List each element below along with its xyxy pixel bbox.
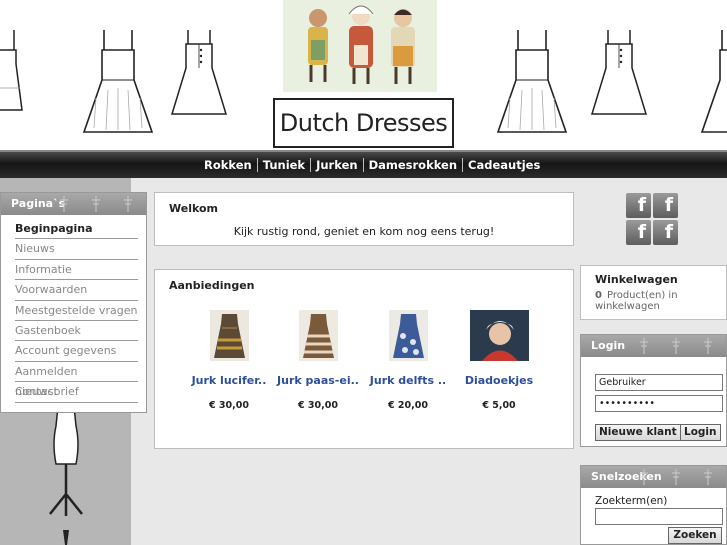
facebook-icon[interactable]: f bbox=[653, 220, 678, 245]
site-logo[interactable]: Dutch Dresses bbox=[273, 98, 454, 148]
product-price: € 30,00 bbox=[298, 400, 338, 411]
sidebar-item-voorwaarden[interactable]: Voorwaarden bbox=[15, 280, 138, 301]
sidebar-item-informatie[interactable]: Informatie bbox=[15, 260, 138, 281]
shopping-cart-box: Winkelwagen 0 Product(en) in winkelwagen bbox=[580, 265, 727, 320]
dress-illustration bbox=[82, 30, 154, 133]
search-button[interactable]: Zoeken bbox=[668, 527, 722, 544]
welcome-panel: Welkom Kijk rustig rond, geniet en kom n… bbox=[154, 192, 574, 246]
sidebar-item-account-gegevens[interactable]: Account gegevens bbox=[15, 341, 138, 362]
product-name[interactable]: Jurk paas-ei.. bbox=[275, 374, 361, 387]
login-header: Login bbox=[581, 335, 726, 357]
product-card: Jurk paas-ei.. € 30,00 bbox=[275, 310, 361, 411]
social-links: f f f f bbox=[626, 193, 679, 246]
sidebar-item-aanmelden-nieuwsbrief[interactable]: Aanmelden nieuwsbrief bbox=[15, 362, 138, 398]
product-price: € 5,00 bbox=[482, 400, 516, 411]
dress-illustration bbox=[496, 30, 568, 133]
pages-menu: Pagina`s Beginpagina Nieuws Informatie V… bbox=[0, 192, 147, 413]
product-image[interactable] bbox=[298, 310, 338, 361]
facebook-icon[interactable]: f bbox=[626, 220, 651, 245]
nav-item-damesrokken[interactable]: Damesrokken bbox=[364, 158, 462, 172]
nav-item-jurken[interactable]: Jurken bbox=[311, 158, 362, 172]
new-customer-button[interactable]: Nieuwe klant bbox=[595, 424, 681, 441]
product-image[interactable] bbox=[388, 310, 428, 361]
product-image[interactable] bbox=[209, 310, 249, 361]
sidebar-item-meestgestelde-vragen[interactable]: Meestgestelde vragen bbox=[15, 301, 138, 321]
nav-item-rokken[interactable]: Rokken bbox=[199, 158, 257, 172]
cart-text: Product(en) in winkelwagen bbox=[595, 290, 678, 312]
product-name[interactable]: Jurk lucifer.. bbox=[186, 374, 272, 387]
mannequin-pattern-icon bbox=[640, 338, 712, 354]
facebook-icon[interactable]: f bbox=[626, 193, 651, 218]
cart-title[interactable]: Winkelwagen bbox=[595, 273, 678, 286]
sidebar-item-gastenboek[interactable]: Gastenboek bbox=[15, 321, 138, 342]
welcome-title: Welkom bbox=[169, 202, 219, 215]
mannequin-pattern-icon bbox=[60, 196, 132, 212]
product-card: Jurk lucifer.. € 30,00 bbox=[186, 310, 272, 411]
product-image[interactable] bbox=[469, 310, 529, 361]
login-box: Login Nieuwe klant Login bbox=[580, 334, 727, 447]
dress-illustration bbox=[590, 30, 648, 115]
offers-panel: Aanbiedingen Jurk lucifer.. € 30,00 Jurk… bbox=[154, 269, 574, 449]
offers-title: Aanbiedingen bbox=[169, 279, 255, 292]
product-name[interactable]: Jurk delfts .. bbox=[365, 374, 451, 387]
facebook-icon[interactable]: f bbox=[653, 193, 678, 218]
nav-item-tuniek[interactable]: Tuniek bbox=[258, 158, 310, 172]
password-field[interactable] bbox=[595, 395, 723, 412]
cart-summary: 0 Product(en) in winkelwagen bbox=[595, 290, 720, 312]
mannequin-pattern-icon bbox=[640, 469, 712, 485]
product-card: Diadoekjes € 5,00 bbox=[456, 310, 542, 411]
site-header: Dutch Dresses bbox=[0, 0, 727, 150]
cart-count: 0 bbox=[595, 290, 602, 301]
username-field[interactable] bbox=[595, 374, 723, 391]
dress-illustration bbox=[700, 30, 727, 133]
sidebar-item-beginpagina[interactable]: Beginpagina bbox=[15, 219, 138, 240]
mannequin-illustration bbox=[49, 402, 83, 545]
logo-text: Dutch Dresses bbox=[279, 109, 448, 137]
dress-illustration bbox=[0, 30, 23, 111]
product-price: € 30,00 bbox=[209, 400, 249, 411]
quick-search-header: Snelzoeken bbox=[581, 466, 726, 488]
product-card: Jurk delfts .. € 20,00 bbox=[365, 310, 451, 411]
product-price: € 20,00 bbox=[388, 400, 428, 411]
quick-search-box: Snelzoeken Zoekterm(en) Zoeken bbox=[580, 465, 727, 545]
pages-menu-header: Pagina`s bbox=[1, 193, 146, 215]
login-title: Login bbox=[591, 339, 626, 352]
children-illustration bbox=[283, 0, 437, 92]
main-nav: Rokken Tuniek Jurken Damesrokken Cadeaut… bbox=[0, 150, 727, 178]
login-button[interactable]: Login bbox=[680, 424, 721, 441]
nav-item-cadeautjes[interactable]: Cadeautjes bbox=[463, 158, 545, 172]
search-input[interactable] bbox=[595, 508, 723, 525]
product-name[interactable]: Diadoekjes bbox=[456, 374, 542, 387]
dress-illustration bbox=[170, 30, 228, 115]
sidebar-item-nieuws[interactable]: Nieuws bbox=[15, 239, 138, 260]
welcome-text: Kijk rustig rond, geniet en kom nog eens… bbox=[233, 225, 495, 238]
search-term-label: Zoekterm(en) bbox=[595, 495, 668, 507]
